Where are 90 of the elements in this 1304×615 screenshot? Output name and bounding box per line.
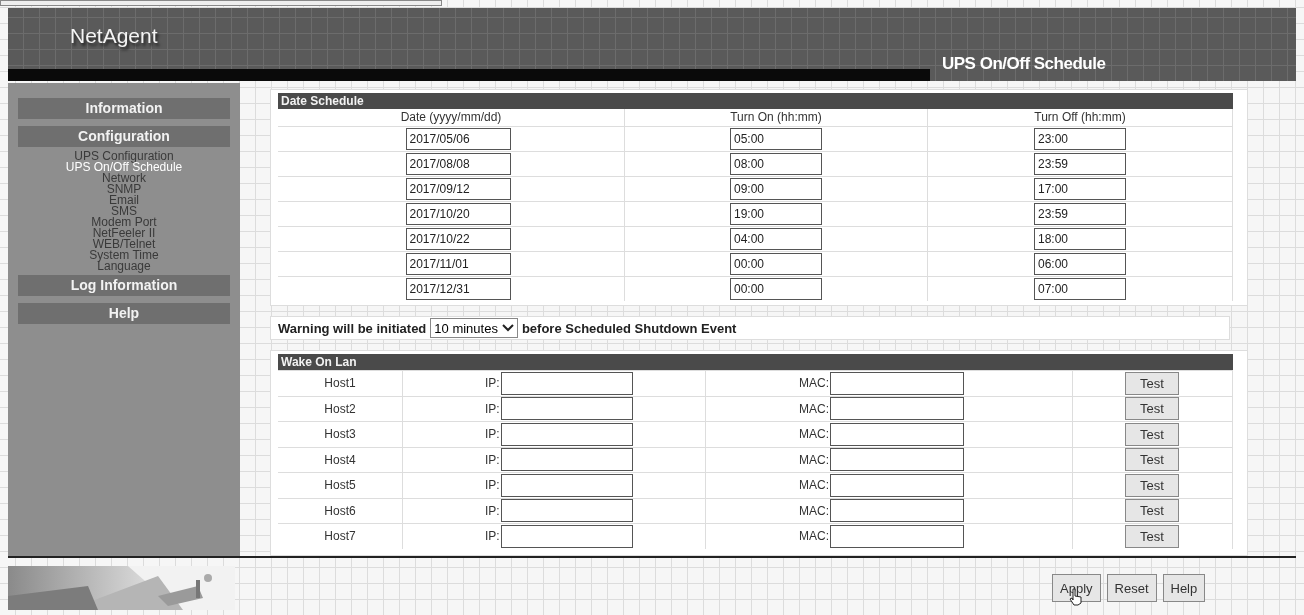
date-field[interactable]: 2017/08/08 — [405, 153, 511, 175]
ip-field[interactable] — [500, 371, 633, 395]
footer-button[interactable]: Help — [1162, 574, 1206, 602]
column-header: Turn On (hh:mm) — [625, 109, 928, 126]
time-field[interactable]: 23:00 — [1034, 128, 1126, 150]
mac-field[interactable] — [830, 371, 964, 395]
time-field[interactable]: 23:59 — [1034, 203, 1126, 225]
footer-button[interactable]: Apply — [1052, 574, 1101, 602]
time-field[interactable]: 00:00 — [730, 278, 822, 300]
sidebar-link[interactable]: SMS — [111, 206, 137, 217]
section-header: Date Schedule — [278, 93, 1233, 109]
mac-field[interactable] — [830, 397, 964, 421]
time-field[interactable]: 23:59 — [1034, 153, 1126, 175]
host-label: Host6 — [324, 503, 356, 518]
mac-label: MAC: — [799, 427, 829, 442]
mac-field[interactable] — [830, 473, 964, 497]
date-field[interactable]: 2017/10/22 — [405, 228, 511, 250]
warning-label: before Scheduled Shutdown Event — [521, 320, 737, 336]
mac-field[interactable] — [830, 524, 964, 548]
sidebar-link[interactable]: System Time — [89, 250, 159, 261]
date-field[interactable]: 2017/05/06 — [405, 128, 511, 150]
mac-label: MAC: — [799, 503, 829, 518]
date-field[interactable]: 2017/11/01 — [405, 253, 511, 275]
test-button[interactable]: Test — [1125, 371, 1179, 395]
sidebar-section[interactable]: Configuration — [18, 126, 230, 147]
host-label: Host4 — [324, 452, 356, 467]
sidebar-section[interactable]: Help — [18, 303, 230, 324]
sidebar-link[interactable]: Modem Port — [91, 217, 157, 228]
column-header: Turn Off (hh:mm) — [928, 109, 1233, 126]
ip-label: IP: — [485, 478, 500, 493]
date-field[interactable]: 2017/09/12 — [405, 178, 511, 200]
host-label: Host1 — [324, 376, 356, 391]
test-button[interactable]: Test — [1125, 499, 1179, 523]
ip-label: IP: — [485, 529, 500, 544]
ip-label: IP: — [485, 401, 500, 416]
mac-field[interactable] — [830, 499, 964, 523]
host-label: Host5 — [324, 478, 356, 493]
page-title: UPS On/Off Schedule — [941, 54, 1106, 75]
section-header: Wake On Lan — [278, 354, 1233, 370]
sidebar-link[interactable]: SNMP — [106, 184, 142, 195]
mac-label: MAC: — [799, 529, 829, 544]
time-field[interactable]: 06:00 — [1034, 253, 1126, 275]
host-label: Host3 — [324, 427, 356, 442]
test-button[interactable]: Test — [1125, 473, 1179, 497]
sidebar-link[interactable]: Language — [97, 261, 151, 272]
date-field[interactable]: 2017/10/20 — [405, 203, 511, 225]
sidebar-link[interactable]: Network — [102, 173, 146, 184]
sidebar-section[interactable]: Information — [18, 98, 230, 119]
test-button[interactable]: Test — [1125, 397, 1179, 421]
sidebar-section[interactable]: Log Information — [18, 275, 230, 296]
ip-label: IP: — [485, 452, 500, 467]
ip-field[interactable] — [500, 448, 633, 472]
date-field[interactable]: 2017/12/31 — [405, 278, 511, 300]
ip-field[interactable] — [500, 397, 633, 421]
mac-field[interactable] — [830, 422, 964, 446]
host-label: Host7 — [324, 529, 356, 544]
ip-label: IP: — [485, 503, 500, 518]
logo-text: NetAgent — [70, 24, 158, 48]
time-field[interactable]: 07:00 — [1034, 278, 1126, 300]
warning-label: Warning will be initiated — [278, 320, 427, 336]
ip-field[interactable] — [500, 524, 633, 548]
sidebar-link[interactable]: NetFeeler II — [92, 228, 156, 239]
test-button[interactable]: Test — [1125, 448, 1179, 472]
mac-label: MAC: — [799, 376, 829, 391]
time-field[interactable]: 17:00 — [1034, 178, 1126, 200]
test-button[interactable]: Test — [1125, 524, 1179, 548]
ip-label: IP: — [485, 427, 500, 442]
sidebar-link[interactable]: Email — [109, 195, 139, 206]
time-field[interactable]: 08:00 — [730, 153, 822, 175]
mac-label: MAC: — [799, 478, 829, 493]
chevron-down-icon — [501, 324, 514, 332]
mac-field[interactable] — [830, 448, 964, 472]
ip-label: IP: — [485, 376, 500, 391]
mac-label: MAC: — [799, 401, 829, 416]
test-button[interactable]: Test — [1125, 422, 1179, 446]
mac-label: MAC: — [799, 452, 829, 467]
host-label: Host2 — [324, 401, 356, 416]
sidebar-link[interactable]: UPS Configuration — [74, 151, 174, 162]
minutes-dropdown[interactable]: 10 minutes — [430, 318, 518, 338]
time-field[interactable]: 18:00 — [1034, 228, 1126, 250]
ip-field[interactable] — [500, 473, 633, 497]
time-field[interactable]: 05:00 — [730, 128, 822, 150]
time-field[interactable]: 19:00 — [730, 203, 822, 225]
footer-button[interactable]: Reset — [1106, 574, 1157, 602]
ip-field[interactable] — [500, 499, 633, 523]
time-field[interactable]: 09:00 — [730, 178, 822, 200]
time-field[interactable]: 04:00 — [730, 228, 822, 250]
ip-field[interactable] — [500, 422, 633, 446]
column-header: Date (yyyy/mm/dd) — [278, 109, 625, 126]
time-field[interactable]: 00:00 — [730, 253, 822, 275]
